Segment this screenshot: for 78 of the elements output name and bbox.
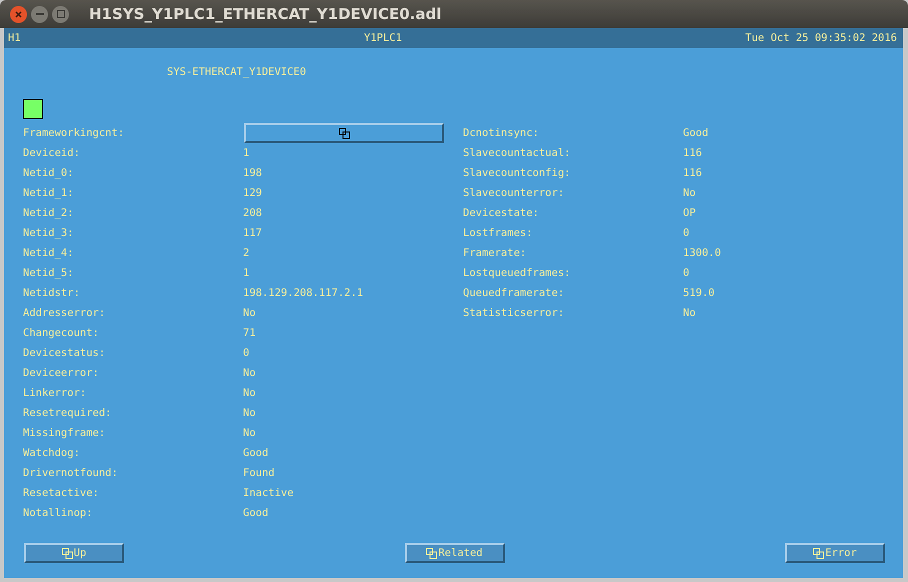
related-display-icon [813,548,824,558]
maximize-icon [56,10,64,18]
minimize-icon [36,13,44,15]
field-label: Netid_5: [23,267,75,279]
field-label: Resetrequired: [23,407,113,419]
related-display-icon [338,128,350,138]
related-display-icon [62,548,73,558]
field-value: Good [243,447,270,459]
field-value: Found [243,467,276,479]
field-value: 1 [243,267,250,279]
field-value: 71 [243,327,257,339]
field-label: Watchdog: [23,447,81,459]
field-value: No [243,307,257,319]
field-label: Netid_0: [23,167,75,179]
field-value: 1300.0 [683,247,722,259]
date-time: Tue Oct 25 09:35:02 2016 [745,32,897,44]
related-display-button[interactable]: Up [24,543,124,563]
field-value: OP [683,207,697,219]
field-label: Notallinop: [23,507,94,519]
field-label: Slavecounterror: [463,187,566,199]
window-title: H1SYS_Y1PLC1_ETHERCAT_Y1DEVICE0.adl [89,5,442,23]
field-value: 198.129.208.117.2.1 [243,287,364,299]
field-value: No [243,367,257,379]
field-label: Frameworkingcnt: [23,127,126,139]
field-value: 117 [243,227,263,239]
field-label: Lostqueuedframes: [463,267,572,279]
minimize-button[interactable] [31,6,48,22]
field-label: Missingframe: [23,427,106,439]
field-label: Slavecountconfig: [463,167,572,179]
field-value: 116 [683,167,703,179]
field-label: Netid_2: [23,207,75,219]
field-value: 116 [683,147,703,159]
field-label: Addresserror: [23,307,106,319]
field-value: 0 [243,347,250,359]
field-value: 2 [243,247,250,259]
related-display-button[interactable]: Related [404,543,504,563]
field-value: 129 [243,187,263,199]
field-label: Netid_1: [23,187,75,199]
field-value: 0 [683,227,690,239]
field-label: Netidstr: [23,287,81,299]
field-value: Good [243,507,270,519]
field-value: No [243,387,257,399]
field-value: No [683,187,697,199]
field-label: Devicestatus: [23,347,106,359]
field-label: Lostframes: [463,227,534,239]
field-label: Changecount: [23,327,100,339]
field-value: 208 [243,207,263,219]
related-display-icon [426,548,438,558]
field-label: Drivernotfound: [23,467,119,479]
related-display-button[interactable]: Error [785,543,885,563]
field-label: Netid_4: [23,247,75,259]
field-value: 0 [683,267,690,279]
field-value: No [243,427,257,439]
related-display-button[interactable] [244,123,444,143]
field-value: 198 [243,167,263,179]
field-value: 1 [243,147,250,159]
screen-heading: SYS-ETHERCAT_Y1DEVICE0 [167,66,308,78]
field-label: Deviceid: [23,147,81,159]
field-value: Good [683,127,710,139]
field-value: No [243,407,257,419]
field-label: Framerate: [463,247,528,259]
field-label: Devicestate: [463,207,540,219]
site-label: H1 [8,32,21,44]
close-button[interactable] [10,6,27,22]
field-label: Linkerror: [23,387,88,399]
field-label: Queuedframerate: [463,287,566,299]
field-label: Statisticserror: [463,307,566,319]
close-icon [15,10,22,18]
maximize-button[interactable] [52,6,69,22]
field-value: Inactive [243,487,295,499]
field-value: 519.0 [683,287,716,299]
field-value: No [683,307,697,319]
field-label: Dcnotinsync: [463,127,540,139]
system-label: Y1PLC1 [364,32,402,44]
field-label: Netid_3: [23,227,75,239]
field-label: Resetactive: [23,487,100,499]
field-label: Slavecountactual: [463,147,572,159]
field-label: Deviceerror: [23,367,100,379]
